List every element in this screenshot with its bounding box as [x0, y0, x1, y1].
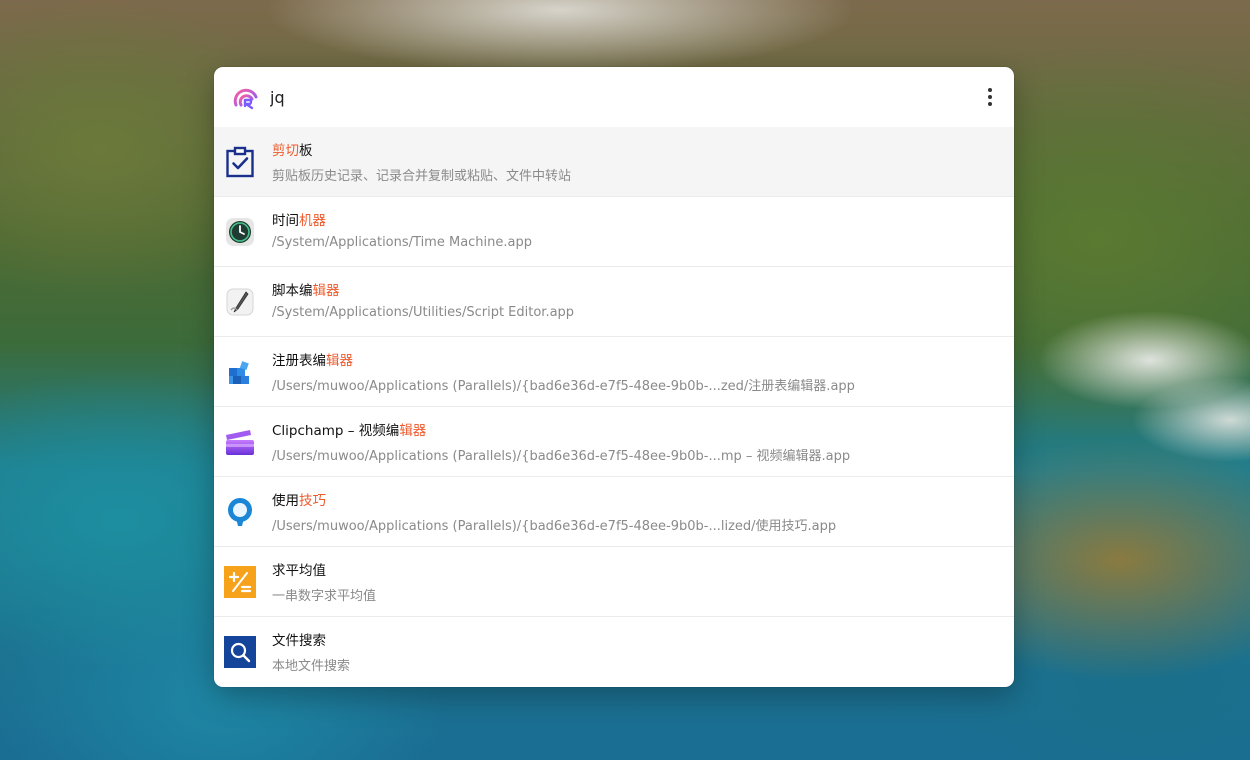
launcher-window: 剪切板 剪贴板历史记录、记录合并复制或粘贴、文件中转站 时间机器 /System…	[214, 67, 1014, 687]
result-item-file-search[interactable]: 文件搜索 本地文件搜索	[214, 617, 1014, 686]
results-list: 剪切板 剪贴板历史记录、记录合并复制或粘贴、文件中转站 时间机器 /System…	[214, 127, 1014, 686]
result-title: 时间机器	[272, 213, 326, 229]
more-vertical-icon	[988, 88, 992, 92]
search-bar	[214, 67, 1014, 126]
result-subtitle: 一串数字求平均值	[272, 589, 377, 604]
script-editor-icon	[226, 288, 254, 316]
average-calculator-icon	[224, 566, 256, 598]
result-item-tips[interactable]: 使用技巧 /Users/muwoo/Applications (Parallel…	[214, 477, 1014, 547]
result-title: 文件搜索	[272, 633, 326, 649]
result-title: 脚本编辑器	[272, 283, 340, 299]
result-title: 剪切板	[272, 143, 313, 159]
search-input[interactable]	[270, 85, 950, 109]
result-item-clipchamp[interactable]: Clipchamp – 视频编辑器 /Users/muwoo/Applicati…	[214, 407, 1014, 477]
result-subtitle: /Users/muwoo/Applications (Parallels)/{b…	[272, 449, 851, 464]
registry-editor-icon	[229, 361, 249, 384]
file-search-icon	[224, 636, 256, 668]
clipboard-check-icon	[226, 146, 254, 178]
time-machine-icon	[226, 218, 254, 246]
result-item-average[interactable]: 求平均值 一串数字求平均值	[214, 547, 1014, 617]
result-item-script-editor[interactable]: 脚本编辑器 /System/Applications/Utilities/Scr…	[214, 267, 1014, 337]
result-item-time-machine[interactable]: 时间机器 /System/Applications/Time Machine.a…	[214, 197, 1014, 267]
rubick-logo-icon	[233, 88, 258, 110]
result-title: Clipchamp – 视频编辑器	[272, 423, 427, 439]
result-title: 求平均值	[272, 563, 326, 579]
result-subtitle: /Users/muwoo/Applications (Parallels)/{b…	[272, 379, 855, 394]
more-options-button[interactable]	[978, 83, 1002, 111]
clipchamp-icon	[226, 430, 254, 455]
result-subtitle: /Users/muwoo/Applications (Parallels)/{b…	[272, 519, 837, 534]
result-subtitle: 剪贴板历史记录、记录合并复制或粘贴、文件中转站	[272, 169, 572, 184]
result-subtitle: /System/Applications/Utilities/Script Ed…	[272, 305, 575, 320]
tips-lightbulb-icon	[228, 498, 252, 526]
result-item-registry-editor[interactable]: 注册表编辑器 /Users/muwoo/Applications (Parall…	[214, 337, 1014, 407]
result-subtitle: /System/Applications/Time Machine.app	[272, 235, 532, 250]
result-subtitle: 本地文件搜索	[272, 659, 351, 674]
result-title: 注册表编辑器	[272, 353, 353, 369]
result-item-clipboard[interactable]: 剪切板 剪贴板历史记录、记录合并复制或粘贴、文件中转站	[214, 127, 1014, 197]
result-title: 使用技巧	[272, 493, 326, 509]
